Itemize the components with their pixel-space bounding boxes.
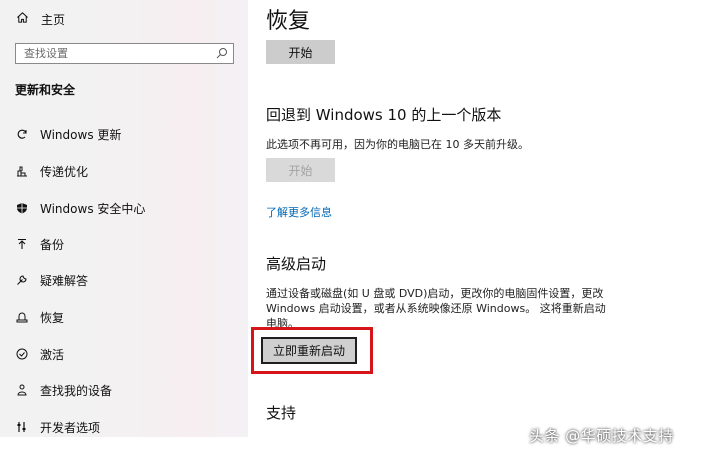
sidebar-item-troubleshoot[interactable]: 疑难解答 (16, 270, 88, 290)
sidebar-item-label: 查找我的设备 (40, 383, 113, 398)
sidebar-item-label: Windows 更新 (40, 127, 122, 142)
sidebar-item-label: 备份 (40, 237, 65, 252)
search-box[interactable] (15, 43, 234, 64)
home-nav-item[interactable]: 主页 (16, 10, 65, 28)
sidebar-item-find-my-device[interactable]: 查找我的设备 (16, 380, 112, 400)
reset-start-button[interactable]: 开始 (266, 40, 335, 64)
restart-now-button[interactable]: 立即重新启动 (261, 337, 357, 364)
recovery-icon (16, 311, 28, 323)
sidebar: 主页 更新和安全 Windows 更新 传递优化 Windows 安全中心 备份 (0, 0, 248, 437)
shield-icon (16, 202, 28, 214)
watermark: 头条 @华硕技术支持 (529, 427, 674, 445)
learn-more-link[interactable]: 了解更多信息 (266, 204, 332, 220)
sidebar-item-label: 传递优化 (40, 164, 89, 179)
sidebar-item-delivery-optimization[interactable]: 传递优化 (16, 161, 88, 181)
sidebar-item-label: 开发者选项 (40, 420, 101, 435)
rollback-description: 此选项不再可用，因为你的电脑已在 10 多天前升级。 (266, 138, 529, 151)
main-content: 恢复 开始 回退到 Windows 10 的上一个版本 此选项不再可用，因为你的… (248, 0, 709, 459)
search-icon (216, 48, 227, 59)
home-label: 主页 (41, 12, 66, 27)
rollback-start-button[interactable]: 开始 (266, 158, 335, 182)
sidebar-item-windows-security[interactable]: Windows 安全中心 (16, 198, 145, 218)
refresh-icon (16, 128, 28, 140)
sidebar-item-windows-update[interactable]: Windows 更新 (16, 124, 121, 144)
person-location-icon (16, 384, 28, 396)
sidebar-item-label: 疑难解答 (40, 273, 89, 288)
sidebar-item-backup[interactable]: 备份 (16, 234, 64, 254)
wrench-icon (16, 274, 28, 286)
check-circle-icon (16, 348, 28, 360)
delivery-optimization-icon (16, 165, 28, 177)
search-input[interactable] (16, 44, 214, 63)
page-title: 恢复 (266, 9, 311, 34)
sidebar-item-label: 恢复 (40, 310, 65, 325)
support-heading: 支持 (266, 404, 297, 422)
rollback-heading: 回退到 Windows 10 的上一个版本 (266, 106, 502, 124)
advanced-startup-heading: 高级启动 (266, 255, 327, 273)
backup-arrow-icon (16, 238, 28, 250)
sidebar-item-developer-options[interactable]: 开发者选项 (16, 417, 100, 437)
sidebar-item-label: Windows 安全中心 (40, 201, 146, 216)
sidebar-item-recovery[interactable]: 恢复 (16, 307, 64, 327)
home-icon (16, 11, 29, 27)
sidebar-item-label: 激活 (40, 347, 65, 362)
developer-sliders-icon (16, 421, 28, 433)
advanced-startup-description: 通过设备或磁盘(如 U 盘或 DVD)启动，更改你的电脑固件设置，更改 Wind… (266, 287, 606, 329)
section-title: 更新和安全 (15, 83, 76, 97)
sidebar-item-activation[interactable]: 激活 (16, 344, 64, 364)
